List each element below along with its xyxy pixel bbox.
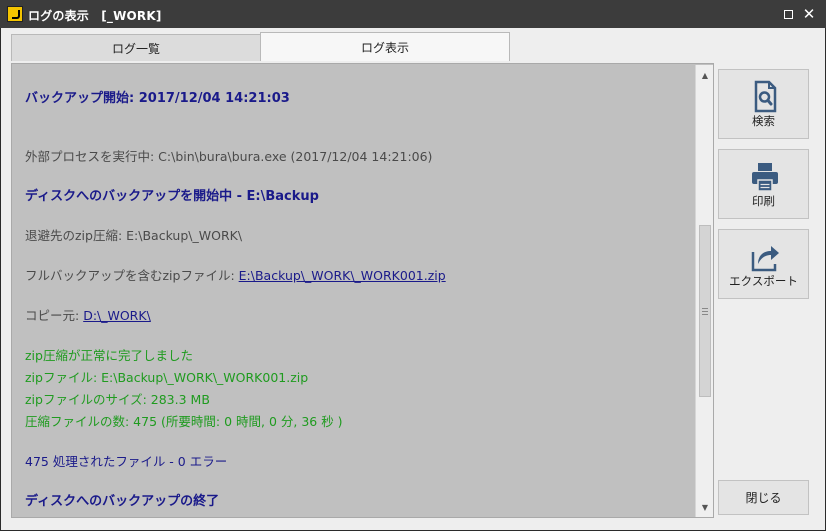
log-zip-count: 圧縮ファイルの数: 475 (所要時間: 0 時間, 0 分, 36 秒 ) — [25, 414, 343, 429]
search-label: 検索 — [752, 114, 775, 128]
window-client: ログ一覧 ログ表示 バックアップ開始: 2017/12/04 14:21:03 … — [1, 28, 825, 530]
log-evacuation: 退避先のzip圧縮: E:\Backup\_WORK\ — [25, 228, 243, 243]
log-zip-size: zipファイルのサイズ: 283.3 MB — [25, 392, 210, 407]
close-button[interactable]: 閉じる — [718, 480, 809, 515]
log-disk-backup-end: ディスクへのバックアップの終了 — [25, 494, 220, 509]
search-button[interactable]: 検索 — [718, 69, 809, 139]
export-button[interactable]: エクスポート — [718, 229, 809, 299]
scroll-up-arrow-icon[interactable]: ▲ — [696, 67, 714, 83]
log-backup-start: バックアップ開始: 2017/12/04 14:21:03 — [25, 91, 290, 106]
maximize-button[interactable] — [780, 6, 796, 22]
export-label: エクスポート — [729, 274, 798, 288]
print-label: 印刷 — [752, 194, 775, 208]
full-zip-link[interactable]: E:\Backup\_WORK\_WORK001.zip — [239, 268, 446, 283]
log-processed: 475 処理されたファイル - 0 エラー — [25, 454, 228, 469]
log-copy-source: コピー元: D:\_WORK\ — [25, 305, 151, 324]
tab-log-view[interactable]: ログ表示 — [260, 32, 510, 61]
log-scrollbar[interactable]: ▲ ▼ — [695, 65, 713, 517]
log-full-zip-label: フルバックアップを含むzipファイル: — [25, 268, 239, 283]
log-copy-source-label: コピー元: — [25, 308, 84, 323]
print-button[interactable]: 印刷 — [718, 149, 809, 219]
log-zip-file: zipファイル: E:\Backup\_WORK\_WORK001.zip — [25, 370, 309, 385]
app-icon — [7, 6, 23, 22]
title-bar: ログの表示 [_WORK] ✕ — [0, 0, 826, 28]
grip-icon — [702, 308, 708, 315]
tab-log-list[interactable]: ログ一覧 — [11, 34, 261, 61]
scrollbar-thumb[interactable] — [699, 225, 711, 397]
maximize-icon — [783, 9, 793, 19]
close-window-button[interactable]: ✕ — [801, 6, 817, 22]
copy-source-link[interactable]: D:\_WORK\ — [83, 308, 151, 323]
log-viewer: バックアップ開始: 2017/12/04 14:21:03 外部プロセスを実行中… — [11, 63, 714, 518]
window-title: ログの表示 [_WORK] — [28, 9, 162, 23]
log-full-zip: フルバックアップを含むzipファイル: E:\Backup\_WORK\_WOR… — [25, 265, 446, 284]
log-external-process: 外部プロセスを実行中: C:\bin\bura\bura.exe (2017/1… — [25, 149, 433, 164]
search-icon — [754, 80, 777, 113]
scroll-down-arrow-icon[interactable]: ▼ — [696, 499, 714, 515]
log-content[interactable]: バックアップ開始: 2017/12/04 14:21:03 外部プロセスを実行中… — [13, 65, 694, 517]
export-icon — [751, 246, 779, 272]
printer-icon — [752, 163, 778, 192]
log-zip-ok: zip圧縮が正常に完了しました — [25, 348, 193, 363]
log-disk-backup-start: ディスクへのバックアップを開始中 - E:\Backup — [25, 189, 319, 204]
